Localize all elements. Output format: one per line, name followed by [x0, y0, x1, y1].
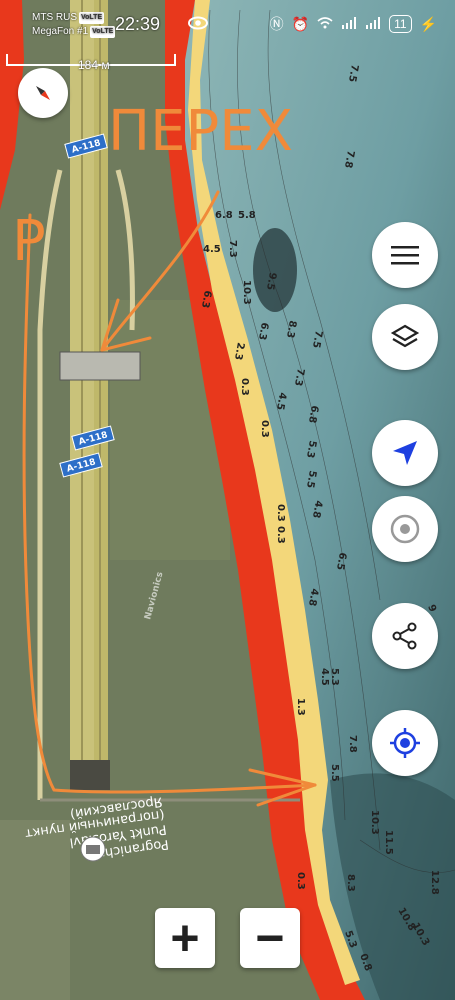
depth-label: 7.3: [227, 240, 238, 258]
depth-label: 6.8: [215, 210, 233, 221]
depth-label: 4.5: [203, 244, 221, 255]
nfc-icon: Ⓝ: [269, 16, 284, 32]
eye-icon: [188, 16, 208, 35]
annotation-label: Р: [12, 209, 46, 274]
route-icon: [392, 622, 417, 650]
checkpoint-building: [59, 351, 141, 381]
hamburger-icon: [391, 246, 419, 265]
depth-label: 10.3: [369, 810, 380, 835]
layers-icon: [390, 324, 420, 348]
route-button[interactable]: [372, 603, 438, 669]
navigation-button[interactable]: [372, 420, 438, 486]
depth-label: 5.8: [238, 210, 256, 221]
depth-label: 4.5: [319, 668, 330, 686]
battery-icon: 11: [389, 15, 412, 33]
depth-label: 8.3: [345, 874, 356, 892]
signal-icon: [341, 16, 357, 32]
layers-button[interactable]: [372, 304, 438, 370]
record-button[interactable]: [372, 496, 438, 562]
depth-label: 12.8: [429, 870, 440, 895]
compass-icon: [36, 86, 50, 100]
deep-spot: [253, 228, 297, 312]
depth-label: 0.3: [259, 420, 270, 438]
compass-button[interactable]: [18, 68, 68, 118]
bolt-icon: ⚡: [419, 15, 437, 32]
clock: 22:39: [115, 14, 161, 34]
status-icons: Ⓝ ⏰ 11 ⚡: [270, 14, 437, 34]
alarm-icon: ⏰: [291, 15, 310, 32]
depth-label: 10.3: [241, 280, 252, 305]
my-location-icon: [390, 728, 420, 758]
depth-label: 0.3: [275, 504, 286, 522]
carrier-2: MegaFon #1 VoLTE: [32, 26, 116, 38]
carrier-1: MTS RUS VoLTE: [32, 12, 105, 24]
depth-label: 5.5: [329, 764, 340, 782]
field-patch: [0, 820, 70, 1000]
scale-label: 184 м: [78, 58, 110, 72]
depth-label: 0.3: [295, 872, 306, 890]
record-icon: [390, 514, 420, 544]
signal-icon: [365, 16, 381, 32]
depth-label: 0.3: [275, 526, 286, 544]
status-bar: MTS RUS VoLTE MegaFon #1 VoLTE 22:39 Ⓝ ⏰ 1…: [0, 0, 455, 46]
zoom-in-button[interactable]: +: [155, 908, 215, 968]
zoom-out-button[interactable]: −: [240, 908, 300, 968]
menu-button[interactable]: [372, 222, 438, 288]
my-location-button[interactable]: [372, 710, 438, 776]
annotation-label: ПЕРЕХ: [108, 99, 293, 164]
wifi-icon: [317, 16, 333, 32]
depth-label: 11.5: [383, 830, 394, 855]
depth-label: 7.8: [347, 735, 358, 753]
navigation-arrow-icon: [393, 441, 417, 465]
depth-label: 0.3: [239, 378, 250, 396]
checkpoint-gate: [70, 760, 110, 790]
place-marker-icon[interactable]: [80, 836, 106, 862]
depth-label: 1.3: [295, 698, 306, 716]
